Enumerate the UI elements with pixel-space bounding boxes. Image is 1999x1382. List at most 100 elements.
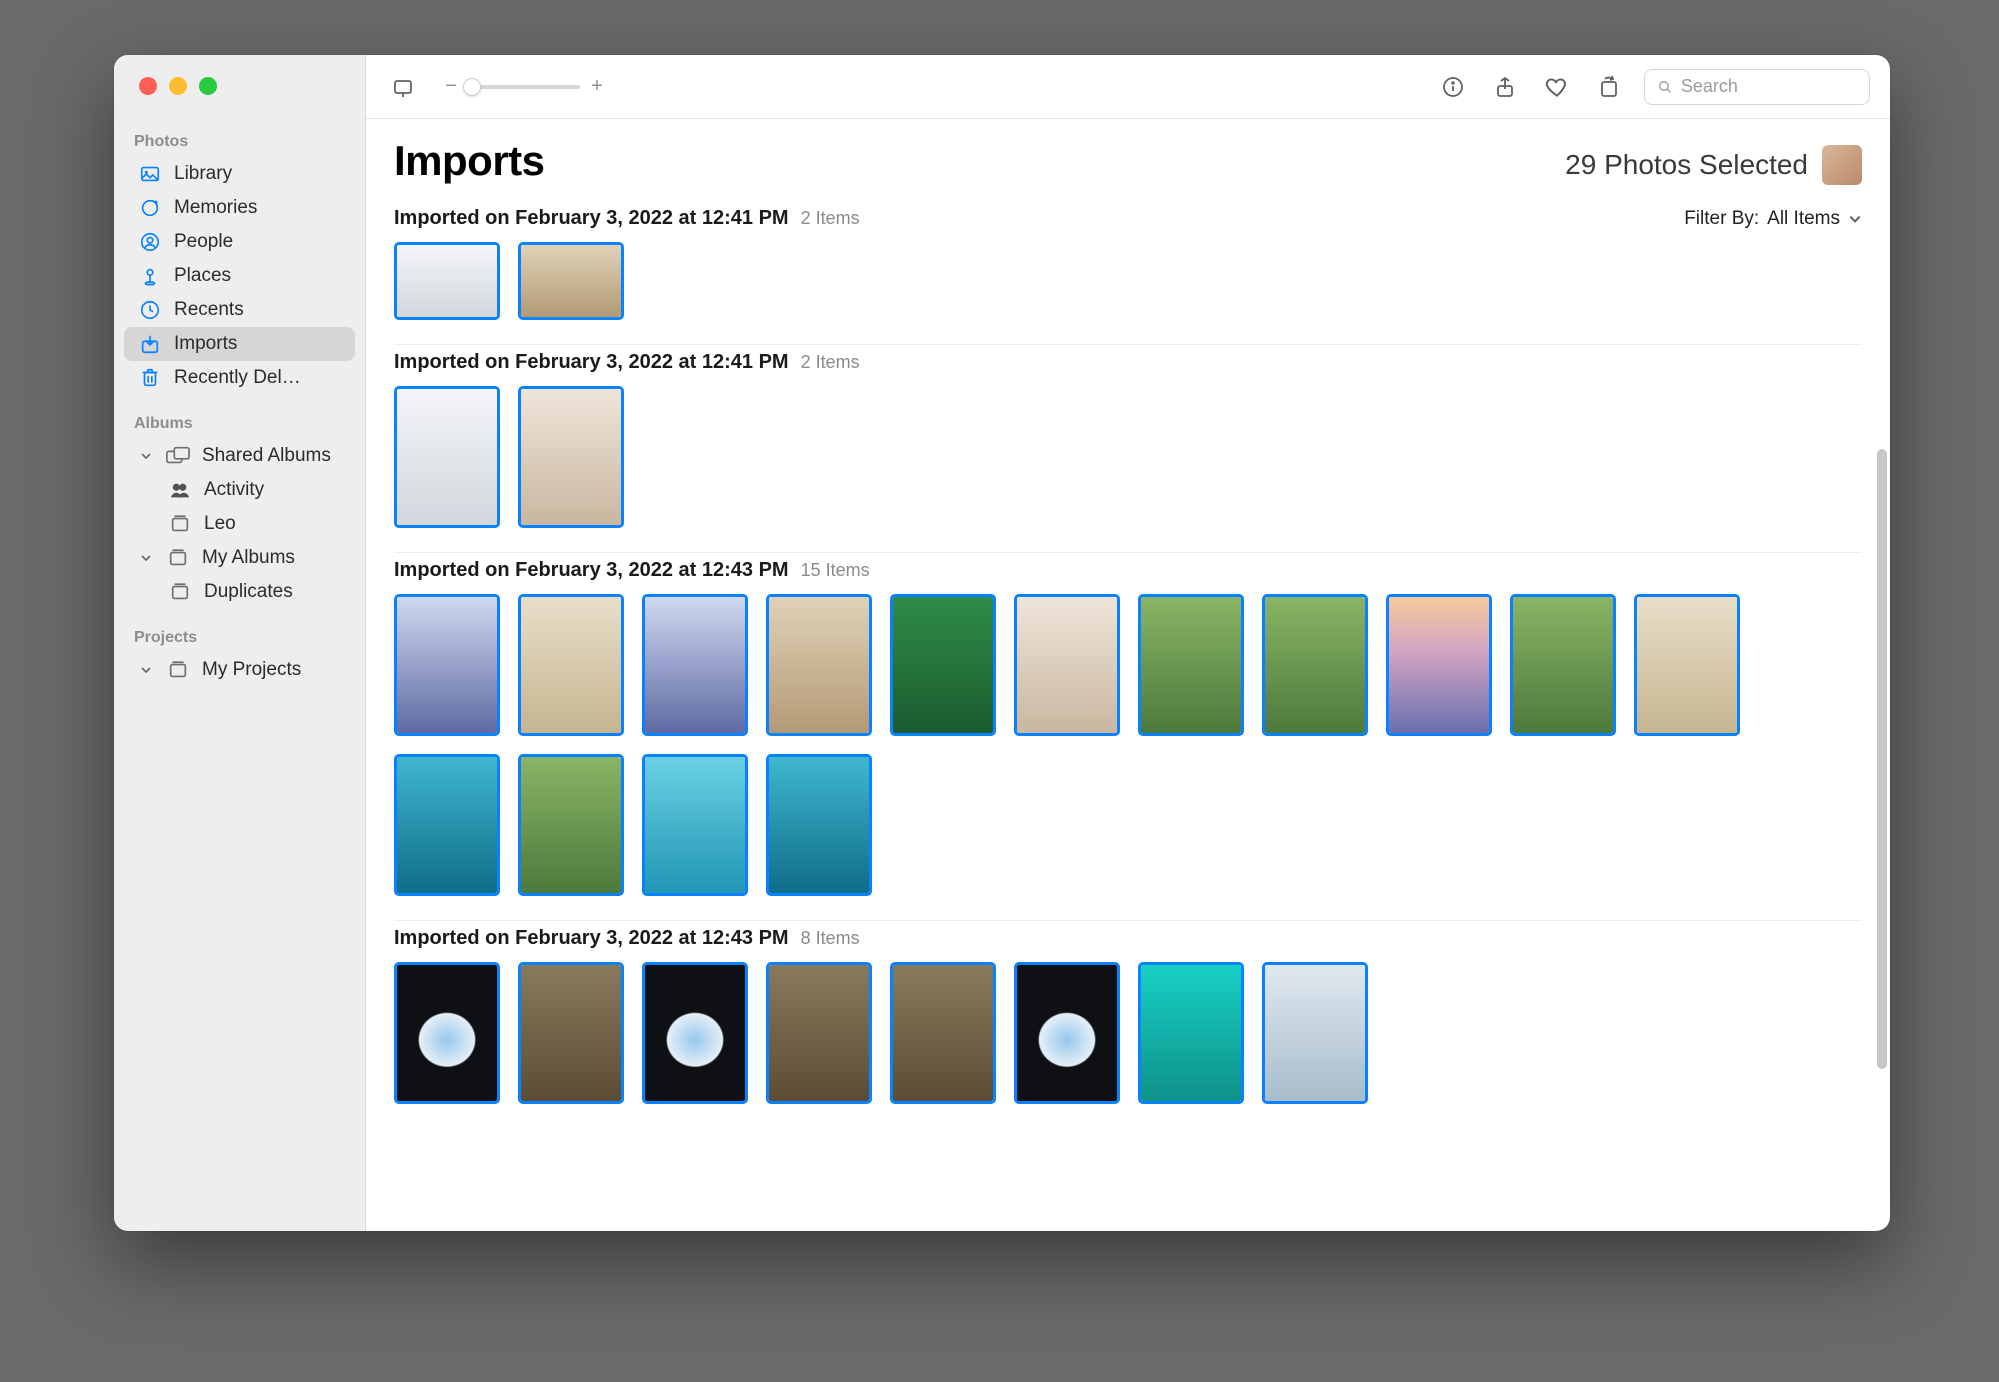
section-header: Imported on February 3, 2022 at 12:41 PM… — [394, 344, 1862, 378]
scrollbar-thumb[interactable] — [1877, 449, 1887, 1069]
content: Imports 29 Photos Selected Imported on F… — [366, 119, 1890, 1231]
sidebar-item-label: Imports — [174, 333, 237, 355]
zoom-thumb[interactable] — [463, 78, 481, 96]
thumbnail-image — [521, 597, 621, 733]
thumbnail-image — [521, 245, 621, 317]
photo-thumbnail[interactable] — [1138, 594, 1244, 736]
aspect-button[interactable] — [386, 70, 420, 104]
photo-thumbnail[interactable] — [642, 754, 748, 896]
people-icon — [138, 230, 162, 254]
sidebar-item-memories[interactable]: Memories — [124, 191, 355, 225]
photo-thumbnail[interactable] — [1634, 594, 1740, 736]
section-header: Imported on February 3, 2022 at 12:41 PM… — [394, 201, 1862, 234]
photo-thumbnail[interactable] — [642, 962, 748, 1104]
sidebar-item-imports[interactable]: Imports — [124, 327, 355, 361]
zoom-track[interactable] — [468, 85, 580, 89]
photo-thumbnail[interactable] — [1014, 962, 1120, 1104]
photo-thumbnail[interactable] — [1014, 594, 1120, 736]
avatar[interactable] — [1822, 145, 1862, 185]
thumbnail-image — [645, 757, 745, 893]
photo-thumbnail[interactable] — [766, 962, 872, 1104]
sidebar-item-my-projects[interactable]: My Projects — [124, 653, 355, 687]
sidebar-item-recently-deleted[interactable]: Recently Del… — [124, 361, 355, 395]
chevron-down-icon[interactable] — [138, 450, 154, 462]
photo-thumbnail[interactable] — [394, 386, 500, 528]
favorite-button[interactable] — [1540, 70, 1574, 104]
window-zoom-button[interactable] — [199, 77, 217, 95]
photo-thumbnail[interactable] — [766, 754, 872, 896]
sidebar-item-duplicates[interactable]: Duplicates — [124, 575, 355, 609]
places-icon — [138, 264, 162, 288]
thumbnail-image — [1017, 965, 1117, 1101]
photo-thumbnail[interactable] — [394, 594, 500, 736]
zoom-in-icon: + — [590, 75, 604, 98]
photo-thumbnail[interactable] — [1138, 962, 1244, 1104]
section-title[interactable]: Imported on February 3, 2022 at 12:41 PM — [394, 351, 789, 374]
main-area: − + Imports — [366, 55, 1890, 1231]
photo-thumbnail[interactable] — [518, 754, 624, 896]
selection-count: 29 Photos Selected — [1565, 149, 1808, 181]
album-icon — [168, 512, 192, 536]
photo-thumbnail[interactable] — [518, 242, 624, 320]
photo-thumbnail[interactable] — [1386, 594, 1492, 736]
sidebar-item-activity[interactable]: Activity — [124, 473, 355, 507]
section-title[interactable]: Imported on February 3, 2022 at 12:41 PM — [394, 207, 789, 230]
section-count: 15 Items — [801, 560, 870, 581]
search-input[interactable] — [1681, 76, 1857, 97]
photo-thumbnail[interactable] — [518, 962, 624, 1104]
info-button[interactable] — [1436, 70, 1470, 104]
thumbnail-image — [769, 757, 869, 893]
sidebar-item-label: My Projects — [202, 659, 301, 681]
photo-thumbnail[interactable] — [642, 594, 748, 736]
memories-icon — [138, 196, 162, 220]
zoom-out-icon: − — [444, 75, 458, 98]
chevron-down-icon[interactable] — [138, 552, 154, 564]
thumbnail-grid — [394, 954, 1862, 1126]
sidebar-item-label: Recently Del… — [174, 367, 301, 389]
chevron-down-icon[interactable] — [138, 664, 154, 676]
search-box[interactable] — [1644, 69, 1870, 105]
section-title[interactable]: Imported on February 3, 2022 at 12:43 PM — [394, 927, 789, 950]
photo-thumbnail[interactable] — [394, 962, 500, 1104]
sidebar-item-label: Leo — [204, 513, 236, 535]
imports-icon — [138, 332, 162, 356]
share-button[interactable] — [1488, 70, 1522, 104]
window-close-button[interactable] — [139, 77, 157, 95]
sidebar-item-label: Activity — [204, 479, 264, 501]
thumbnail-image — [397, 757, 497, 893]
photo-thumbnail[interactable] — [890, 962, 996, 1104]
filter-value: All Items — [1767, 208, 1840, 230]
toolbar: − + — [366, 55, 1890, 119]
photo-thumbnail[interactable] — [1262, 962, 1368, 1104]
sidebar-item-recents[interactable]: Recents — [124, 293, 355, 327]
sidebar-item-my-albums[interactable]: My Albums — [124, 541, 355, 575]
sidebar-item-label: Recents — [174, 299, 244, 321]
album-icon — [166, 658, 190, 682]
zoom-slider[interactable]: − + — [444, 75, 604, 98]
section-count: 8 Items — [801, 928, 860, 949]
photo-thumbnail[interactable] — [1262, 594, 1368, 736]
photo-thumbnail[interactable] — [518, 386, 624, 528]
section-header: Imported on February 3, 2022 at 12:43 PM… — [394, 552, 1862, 586]
thumbnail-image — [397, 965, 497, 1101]
photo-thumbnail[interactable] — [890, 594, 996, 736]
sidebar-item-places[interactable]: Places — [124, 259, 355, 293]
sidebar-item-leo[interactable]: Leo — [124, 507, 355, 541]
photo-thumbnail[interactable] — [766, 594, 872, 736]
sidebar-item-people[interactable]: People — [124, 225, 355, 259]
window-minimize-button[interactable] — [169, 77, 187, 95]
album-icon — [166, 546, 190, 570]
sidebar-item-library[interactable]: Library — [124, 157, 355, 191]
photo-thumbnail[interactable] — [394, 754, 500, 896]
rotate-button[interactable] — [1592, 70, 1626, 104]
photo-thumbnail[interactable] — [394, 242, 500, 320]
filter-by[interactable]: Filter By: All Items — [1684, 208, 1862, 230]
thumbnail-image — [1637, 597, 1737, 733]
scrollbar[interactable] — [1877, 449, 1887, 1069]
sidebar-item-shared-albums[interactable]: Shared Albums — [124, 439, 355, 473]
section-title[interactable]: Imported on February 3, 2022 at 12:43 PM — [394, 559, 789, 582]
page-title: Imports — [394, 137, 545, 185]
thumbnail-image — [521, 757, 621, 893]
photo-thumbnail[interactable] — [1510, 594, 1616, 736]
photo-thumbnail[interactable] — [518, 594, 624, 736]
